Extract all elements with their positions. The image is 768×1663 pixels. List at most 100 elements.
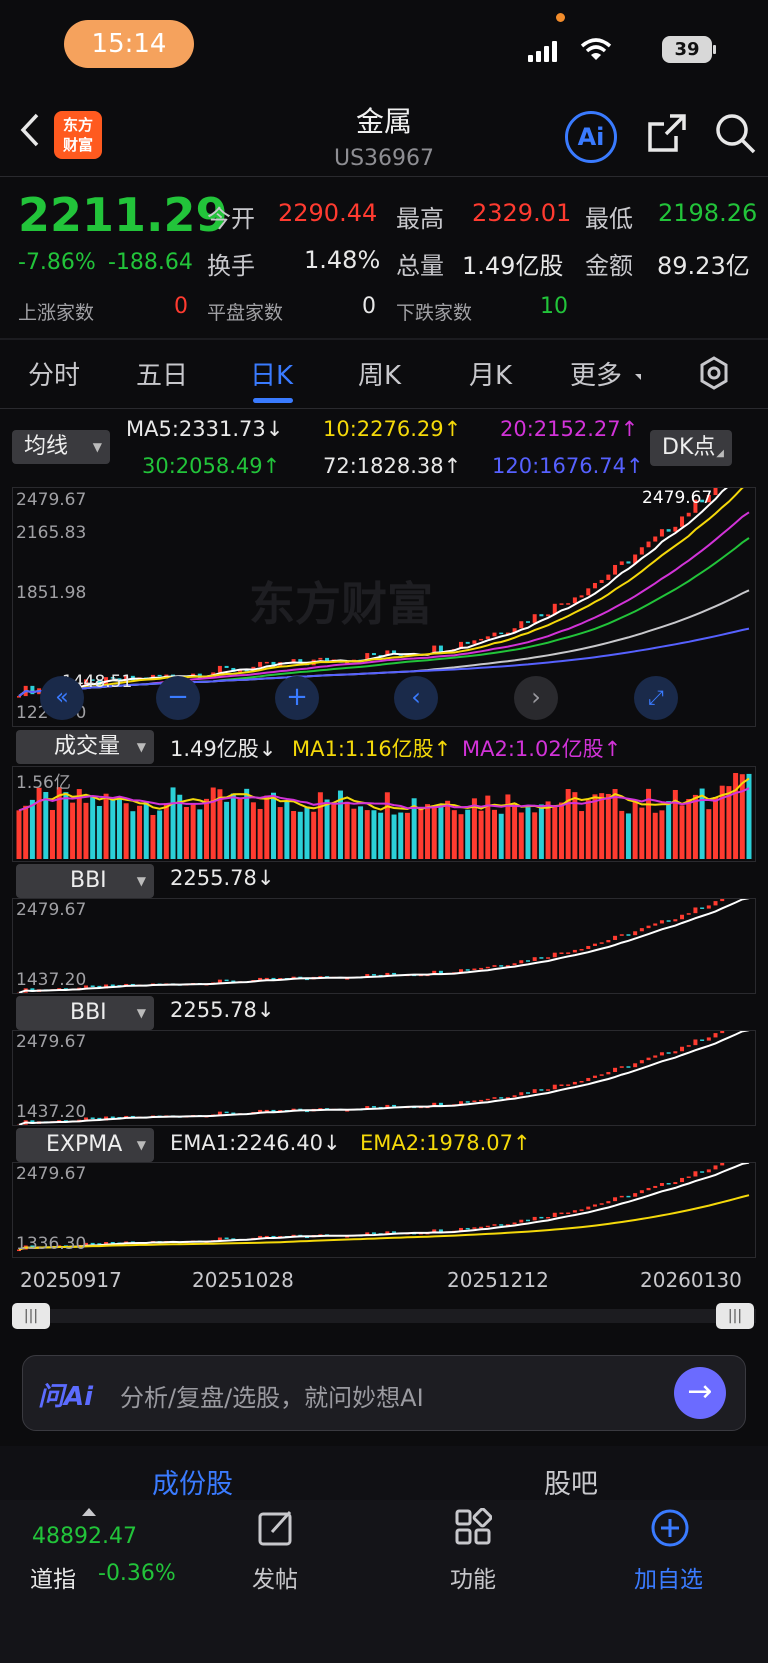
candle — [713, 488, 718, 495]
search-icon[interactable] — [714, 112, 758, 156]
dk-point-button[interactable]: DK点 ◢ — [650, 430, 732, 466]
tab-five-day[interactable]: 五日 — [136, 355, 188, 392]
dropdown-caret-icon: ▼ — [92, 440, 102, 454]
candle — [706, 905, 711, 909]
ai-send-button[interactable]: → — [674, 1367, 726, 1419]
add-watchlist-label[interactable]: 加自选 — [634, 1560, 703, 1594]
add-watchlist-icon[interactable] — [650, 1508, 690, 1548]
volume-bar — [190, 803, 196, 859]
candle — [606, 1201, 611, 1204]
max-price-marker: 2479.67 — [642, 488, 713, 508]
ma5-value: MA5:2331.73↓ — [126, 417, 284, 441]
scroll-right-button[interactable]: › — [514, 676, 558, 720]
indicator-select-ma[interactable]: 均线 ▼ — [12, 430, 110, 464]
candle — [566, 952, 571, 954]
range-handle-left[interactable]: ||| — [12, 1303, 50, 1329]
functions-icon[interactable] — [454, 1508, 492, 1546]
index-value[interactable]: 48892.47 — [32, 1524, 137, 1549]
share-icon[interactable] — [646, 112, 688, 154]
candle — [492, 965, 497, 967]
scroll-left-button[interactable]: ‹ — [394, 676, 438, 720]
volume-bar — [612, 789, 618, 859]
volume-bar — [465, 809, 471, 859]
ai-button[interactable]: Ai — [565, 111, 617, 163]
indicator-line — [18, 1031, 750, 1125]
candle — [552, 1212, 557, 1217]
volume-bar — [143, 801, 149, 859]
chart-fast-back-button[interactable]: « — [40, 676, 84, 720]
candle — [512, 1095, 517, 1098]
tab-daily-k[interactable]: 日K — [250, 355, 293, 392]
tab-intraday[interactable]: 分时 — [28, 355, 80, 392]
candle — [713, 1033, 718, 1038]
volume-bar — [518, 812, 524, 859]
indicator-select-volume[interactable]: 成交量 ▼ — [16, 730, 154, 764]
ema2-value: EMA2:1978.07↑ — [360, 1131, 531, 1155]
tab-constituents[interactable]: 成份股 — [152, 1462, 233, 1501]
volume-bar — [103, 793, 109, 859]
candle — [626, 1066, 631, 1068]
tab-weekly-k[interactable]: 周K — [358, 355, 401, 392]
candle — [592, 943, 597, 946]
volume-bar — [739, 774, 745, 859]
candle — [525, 960, 530, 962]
candle — [217, 979, 222, 983]
subtab-bar — [0, 1446, 768, 1500]
volume-bar — [76, 789, 82, 859]
candle — [700, 1039, 705, 1041]
bbi-chart-1[interactable] — [12, 898, 756, 994]
up-count-label: 上涨家数 — [18, 302, 95, 324]
expma-chart[interactable] — [12, 1162, 756, 1258]
tab-more[interactable]: 更多 — [570, 355, 622, 392]
post-label[interactable]: 发帖 — [252, 1560, 298, 1594]
volume-bar — [679, 805, 685, 859]
bbi1-value: 2255.78↓ — [170, 866, 275, 890]
active-tab-indicator — [253, 398, 293, 403]
volume-bar — [270, 792, 276, 859]
ai-input-placeholder[interactable]: 分析/复盘/选股，就问妙想AI — [120, 1378, 424, 1413]
status-time: 15:14 — [64, 20, 194, 68]
candle — [659, 1183, 664, 1186]
bbi-chart-2[interactable] — [12, 1030, 756, 1126]
candle — [673, 919, 678, 922]
volume-bar — [317, 792, 323, 859]
range-handle-right[interactable]: ||| — [716, 1303, 754, 1329]
volume-chart[interactable] — [12, 766, 756, 862]
zoom-out-button[interactable]: − — [156, 676, 200, 720]
battery-tip — [713, 45, 716, 54]
volume-bar — [538, 804, 544, 859]
functions-label[interactable]: 功能 — [450, 1560, 496, 1594]
fullscreen-button[interactable]: ⤢ — [634, 676, 678, 720]
candle — [566, 1212, 571, 1215]
candle — [646, 541, 651, 548]
dropdown-caret-icon: ▼ — [136, 740, 146, 754]
post-icon[interactable] — [256, 1508, 296, 1548]
volume-bar — [351, 808, 357, 859]
volume-bar — [291, 811, 297, 859]
tab-monthly-k[interactable]: 月K — [469, 355, 512, 392]
volume-bar — [686, 798, 692, 859]
tab-forum[interactable]: 股吧 — [544, 1462, 598, 1501]
volume-bar — [418, 808, 424, 859]
zoom-in-button[interactable]: + — [275, 676, 319, 720]
indicator-select-bbi-2[interactable]: BBI ▼ — [16, 996, 154, 1030]
indicator-line — [18, 899, 750, 993]
candle — [633, 1063, 638, 1068]
candle — [592, 1204, 597, 1207]
expma-select-label: EXPMA — [46, 1132, 123, 1157]
candle — [572, 1081, 577, 1085]
volume-bar — [70, 802, 76, 859]
change-amount: -188.64 — [108, 250, 193, 275]
volume-bar — [29, 799, 35, 859]
candle — [492, 632, 497, 637]
indicator-line — [18, 1163, 750, 1251]
indicator-select-bbi-1[interactable]: BBI ▼ — [16, 864, 154, 898]
range-slider-track[interactable] — [12, 1309, 756, 1323]
candle — [465, 969, 470, 971]
candle — [619, 934, 624, 936]
volume-bar — [257, 808, 263, 859]
indicator-select-expma[interactable]: EXPMA ▼ — [16, 1128, 154, 1162]
volume-bar — [130, 811, 136, 859]
tabs-divider — [0, 408, 768, 409]
settings-icon[interactable] — [697, 356, 731, 390]
